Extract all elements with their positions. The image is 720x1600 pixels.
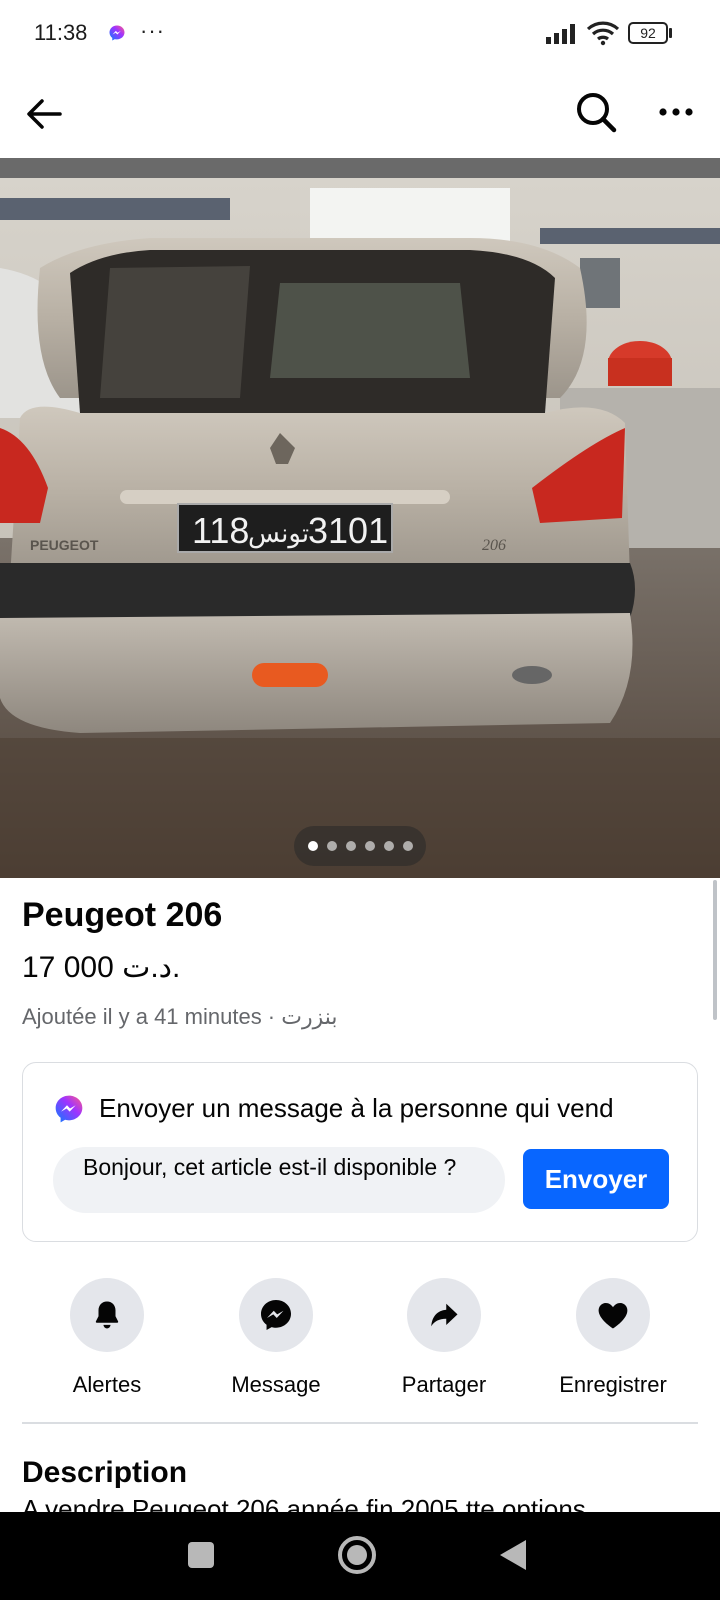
battery-level: 92 <box>628 22 668 44</box>
more-icon <box>659 108 693 116</box>
alerts-button[interactable] <box>70 1278 144 1352</box>
share-button[interactable] <box>407 1278 481 1352</box>
message-seller-card: Envoyer un message à la personne qui ven… <box>22 1062 698 1242</box>
pager-dot[interactable] <box>345 841 356 851</box>
description-clip: A vendre Peugeot 206 année fin 2005 tte … <box>0 1496 720 1512</box>
pager-dot[interactable] <box>383 841 394 851</box>
message-card-title: Envoyer un message à la personne qui ven… <box>99 1093 614 1123</box>
status-overflow: ··· <box>140 18 165 43</box>
photo-pager <box>294 826 426 866</box>
badge-model: 206 <box>482 537 506 554</box>
share-label: Partager <box>401 1372 487 1397</box>
system-nav-bar <box>0 1512 720 1600</box>
badge-brand: PEUGEOT <box>30 537 99 553</box>
save-label: Enregistrer <box>559 1372 667 1397</box>
bell-icon <box>95 1301 119 1329</box>
heart-icon <box>598 1303 628 1329</box>
listing-title: Peugeot 206 <box>22 896 223 934</box>
messenger-notification-icon <box>108 24 126 47</box>
listing-photo[interactable]: 118 تونس 3101 PEUGEOT 206 <box>0 158 720 878</box>
home-icon[interactable] <box>338 1536 376 1574</box>
pager-dot[interactable] <box>364 841 375 851</box>
recents-icon[interactable] <box>188 1542 214 1568</box>
more-button[interactable] <box>648 84 704 140</box>
messenger-icon <box>53 1093 85 1130</box>
message-action[interactable]: Message <box>196 1278 356 1398</box>
car-photo-image: 118 تونس 3101 PEUGEOT 206 <box>0 158 720 878</box>
back-arrow-icon <box>27 99 62 129</box>
alerts-label: Alertes <box>72 1372 142 1397</box>
action-row: Alertes Message Partager Enregistrer <box>0 1278 720 1398</box>
search-button[interactable] <box>568 84 624 140</box>
pager-dot[interactable] <box>307 841 318 851</box>
plate-number-left: 118 <box>192 510 249 551</box>
back-button[interactable] <box>16 86 72 142</box>
pager-dot[interactable] <box>326 841 337 851</box>
plate-number-right: 3101 <box>308 510 388 551</box>
search-icon <box>577 93 617 133</box>
status-bar: 11:38 ··· 92 <box>0 0 720 70</box>
plate-arabic: تونس <box>248 519 309 549</box>
send-button[interactable]: Envoyer <box>523 1149 669 1209</box>
description-text: A vendre Peugeot 206 année fin 2005 tte … <box>22 1496 586 1512</box>
message-button[interactable] <box>239 1278 313 1352</box>
share-icon <box>431 1303 458 1327</box>
listing-meta: Ajoutée il y a 41 minutes · بنزرت <box>22 1004 338 1029</box>
messenger-icon <box>261 1300 291 1330</box>
description-heading: Description <box>22 1456 188 1489</box>
pager-dot[interactable] <box>402 841 413 851</box>
scroll-indicator[interactable] <box>713 880 717 1020</box>
back-icon[interactable] <box>500 1540 526 1570</box>
app-bar <box>0 70 720 160</box>
status-time: 11:38 <box>34 20 88 45</box>
save-button[interactable] <box>576 1278 650 1352</box>
message-label: Message <box>231 1372 321 1397</box>
listing-price: 17 000 د.ت. <box>22 951 181 984</box>
alerts-action[interactable]: Alertes <box>27 1278 187 1398</box>
battery-icon: 92 <box>628 22 672 44</box>
share-action[interactable]: Partager <box>364 1278 524 1398</box>
message-input[interactable]: Bonjour, cet article est-il disponible ? <box>53 1147 505 1213</box>
wifi-icon <box>586 20 620 51</box>
save-action[interactable]: Enregistrer <box>533 1278 693 1398</box>
signal-icon <box>546 22 580 49</box>
divider <box>22 1422 698 1424</box>
